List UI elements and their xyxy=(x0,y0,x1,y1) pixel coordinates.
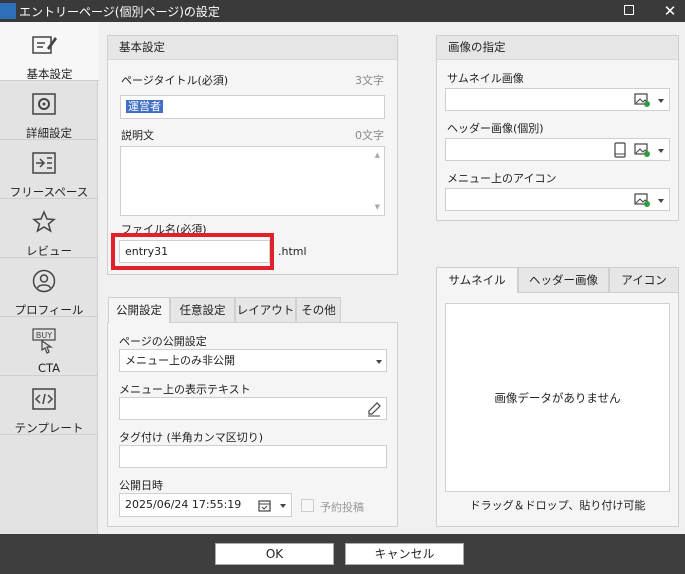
sidebar-item-template[interactable]: テンプレート xyxy=(0,376,98,435)
date-value: 2025/06/24 17:55:19 xyxy=(125,498,242,511)
tab-publish[interactable]: 公開設定 xyxy=(108,297,170,323)
sidebar-item-label: 基本設定 xyxy=(26,67,73,81)
sidebar-item-review[interactable]: レビュー xyxy=(0,199,98,258)
add-image-icon[interactable] xyxy=(634,93,650,107)
edit-icon xyxy=(32,36,57,54)
scroll-up-icon[interactable]: ▲ xyxy=(375,151,380,159)
pencil-icon[interactable] xyxy=(366,401,382,417)
user-icon xyxy=(32,269,56,293)
tab-thumbnail[interactable]: サムネイル xyxy=(436,267,518,293)
insert-icon xyxy=(32,152,56,174)
tags-input[interactable] xyxy=(119,445,387,468)
description-count: 0文字 xyxy=(355,129,384,142)
page-title-input[interactable]: 運営者 xyxy=(120,95,385,119)
sidebar-item-profile[interactable]: プロフィール xyxy=(0,258,98,317)
sidebar-item-detail[interactable]: 詳細設定 xyxy=(0,81,98,140)
chevron-down-icon[interactable] xyxy=(658,199,664,203)
tab-header-image[interactable]: ヘッダー画像 xyxy=(518,267,609,293)
dialog-footer: OK キャンセル xyxy=(0,534,685,574)
sidebar-item-label: フリースペース xyxy=(9,185,89,199)
title-bar: エントリーページ(個別ページ)の設定 ✕ xyxy=(0,0,685,22)
scheduled-checkbox[interactable] xyxy=(301,499,314,512)
sidebar-item-label: 詳細設定 xyxy=(26,126,72,140)
tab-optional[interactable]: 任意設定 xyxy=(170,297,235,323)
drop-hint: ドラッグ＆ドロップ、貼り付け可能 xyxy=(469,499,646,512)
sidebar-item-label: テンプレート xyxy=(14,421,84,435)
filename-ext: .html xyxy=(278,245,307,258)
scheduled-label: 予約投稿 xyxy=(320,501,364,514)
tab-icon[interactable]: アイコン xyxy=(609,267,679,293)
description-textarea[interactable]: ▲ ▼ xyxy=(120,146,385,216)
visibility-value: メニュー上のみ非公開 xyxy=(125,354,235,367)
empty-image-text: 画像データがありません xyxy=(494,391,621,405)
chevron-down-icon[interactable] xyxy=(280,504,286,508)
thumbnail-label: サムネイル画像 xyxy=(447,72,524,85)
mobile-icon[interactable] xyxy=(614,142,626,158)
sidebar-item-label: レビュー xyxy=(26,244,72,258)
sidebar-item-freespace[interactable]: フリースペース xyxy=(0,140,98,199)
sidebar-item-label: プロフィール xyxy=(14,303,84,317)
chevron-down-icon[interactable] xyxy=(658,149,664,153)
menu-icon-label: メニュー上のアイコン xyxy=(447,172,557,185)
date-label: 公開日時 xyxy=(119,479,163,492)
add-image-icon[interactable] xyxy=(634,143,650,157)
sidebar: 基本設定 詳細設定 フリースペース レビュー プロフィール BUY CTA テン… xyxy=(0,22,99,534)
menu-icon-field[interactable] xyxy=(445,188,670,211)
close-button[interactable]: ✕ xyxy=(660,0,680,22)
gear-icon xyxy=(32,93,56,115)
tab-layout[interactable]: レイアウト xyxy=(235,297,296,323)
sidebar-item-label: CTA xyxy=(37,361,61,375)
chevron-down-icon[interactable] xyxy=(376,360,382,364)
page-title-label: ページタイトル(必須) xyxy=(121,74,229,87)
date-picker[interactable]: 2025/06/24 17:55:19 xyxy=(119,493,292,517)
star-icon xyxy=(32,210,56,233)
visibility-select[interactable]: メニュー上のみ非公開 xyxy=(119,349,387,372)
image-drop-area[interactable]: 画像データがありません xyxy=(445,303,670,492)
menu-text-label: メニュー上の表示テキスト xyxy=(119,383,251,396)
description-label: 説明文 xyxy=(121,129,154,142)
maximize-button[interactable] xyxy=(624,5,634,15)
sidebar-item-cta[interactable]: BUY CTA xyxy=(0,317,98,376)
header-image-field[interactable] xyxy=(445,138,670,161)
tab-other[interactable]: その他 xyxy=(296,297,341,323)
visibility-label: ページの公開設定 xyxy=(119,335,207,348)
cancel-button[interactable]: キャンセル xyxy=(345,543,464,565)
code-icon xyxy=(32,388,56,410)
app-icon xyxy=(0,3,16,19)
menu-text-input[interactable] xyxy=(119,397,387,420)
calendar-icon[interactable] xyxy=(258,499,271,512)
thumbnail-field[interactable] xyxy=(445,88,670,111)
page-title-count: 3文字 xyxy=(355,74,384,87)
page-title-value: 運営者 xyxy=(126,100,163,113)
chevron-down-icon[interactable] xyxy=(658,99,664,103)
svg-text:BUY: BUY xyxy=(36,331,52,340)
buy-button-icon: BUY xyxy=(32,328,56,354)
sidebar-item-basic[interactable]: 基本設定 xyxy=(0,22,99,81)
scroll-down-icon[interactable]: ▼ xyxy=(375,203,380,211)
add-image-icon[interactable] xyxy=(634,193,650,207)
window-title: エントリーページ(個別ページ)の設定 xyxy=(19,5,220,19)
tags-label: タグ付け (半角カンマ区切り) xyxy=(119,431,264,444)
panel-title: 画像の指定 xyxy=(437,36,678,60)
filename-input[interactable]: entry31 xyxy=(119,240,270,263)
header-image-label: ヘッダー画像(個別) xyxy=(447,122,544,135)
panel-title: 基本設定 xyxy=(108,36,397,60)
ok-button[interactable]: OK xyxy=(215,543,334,565)
